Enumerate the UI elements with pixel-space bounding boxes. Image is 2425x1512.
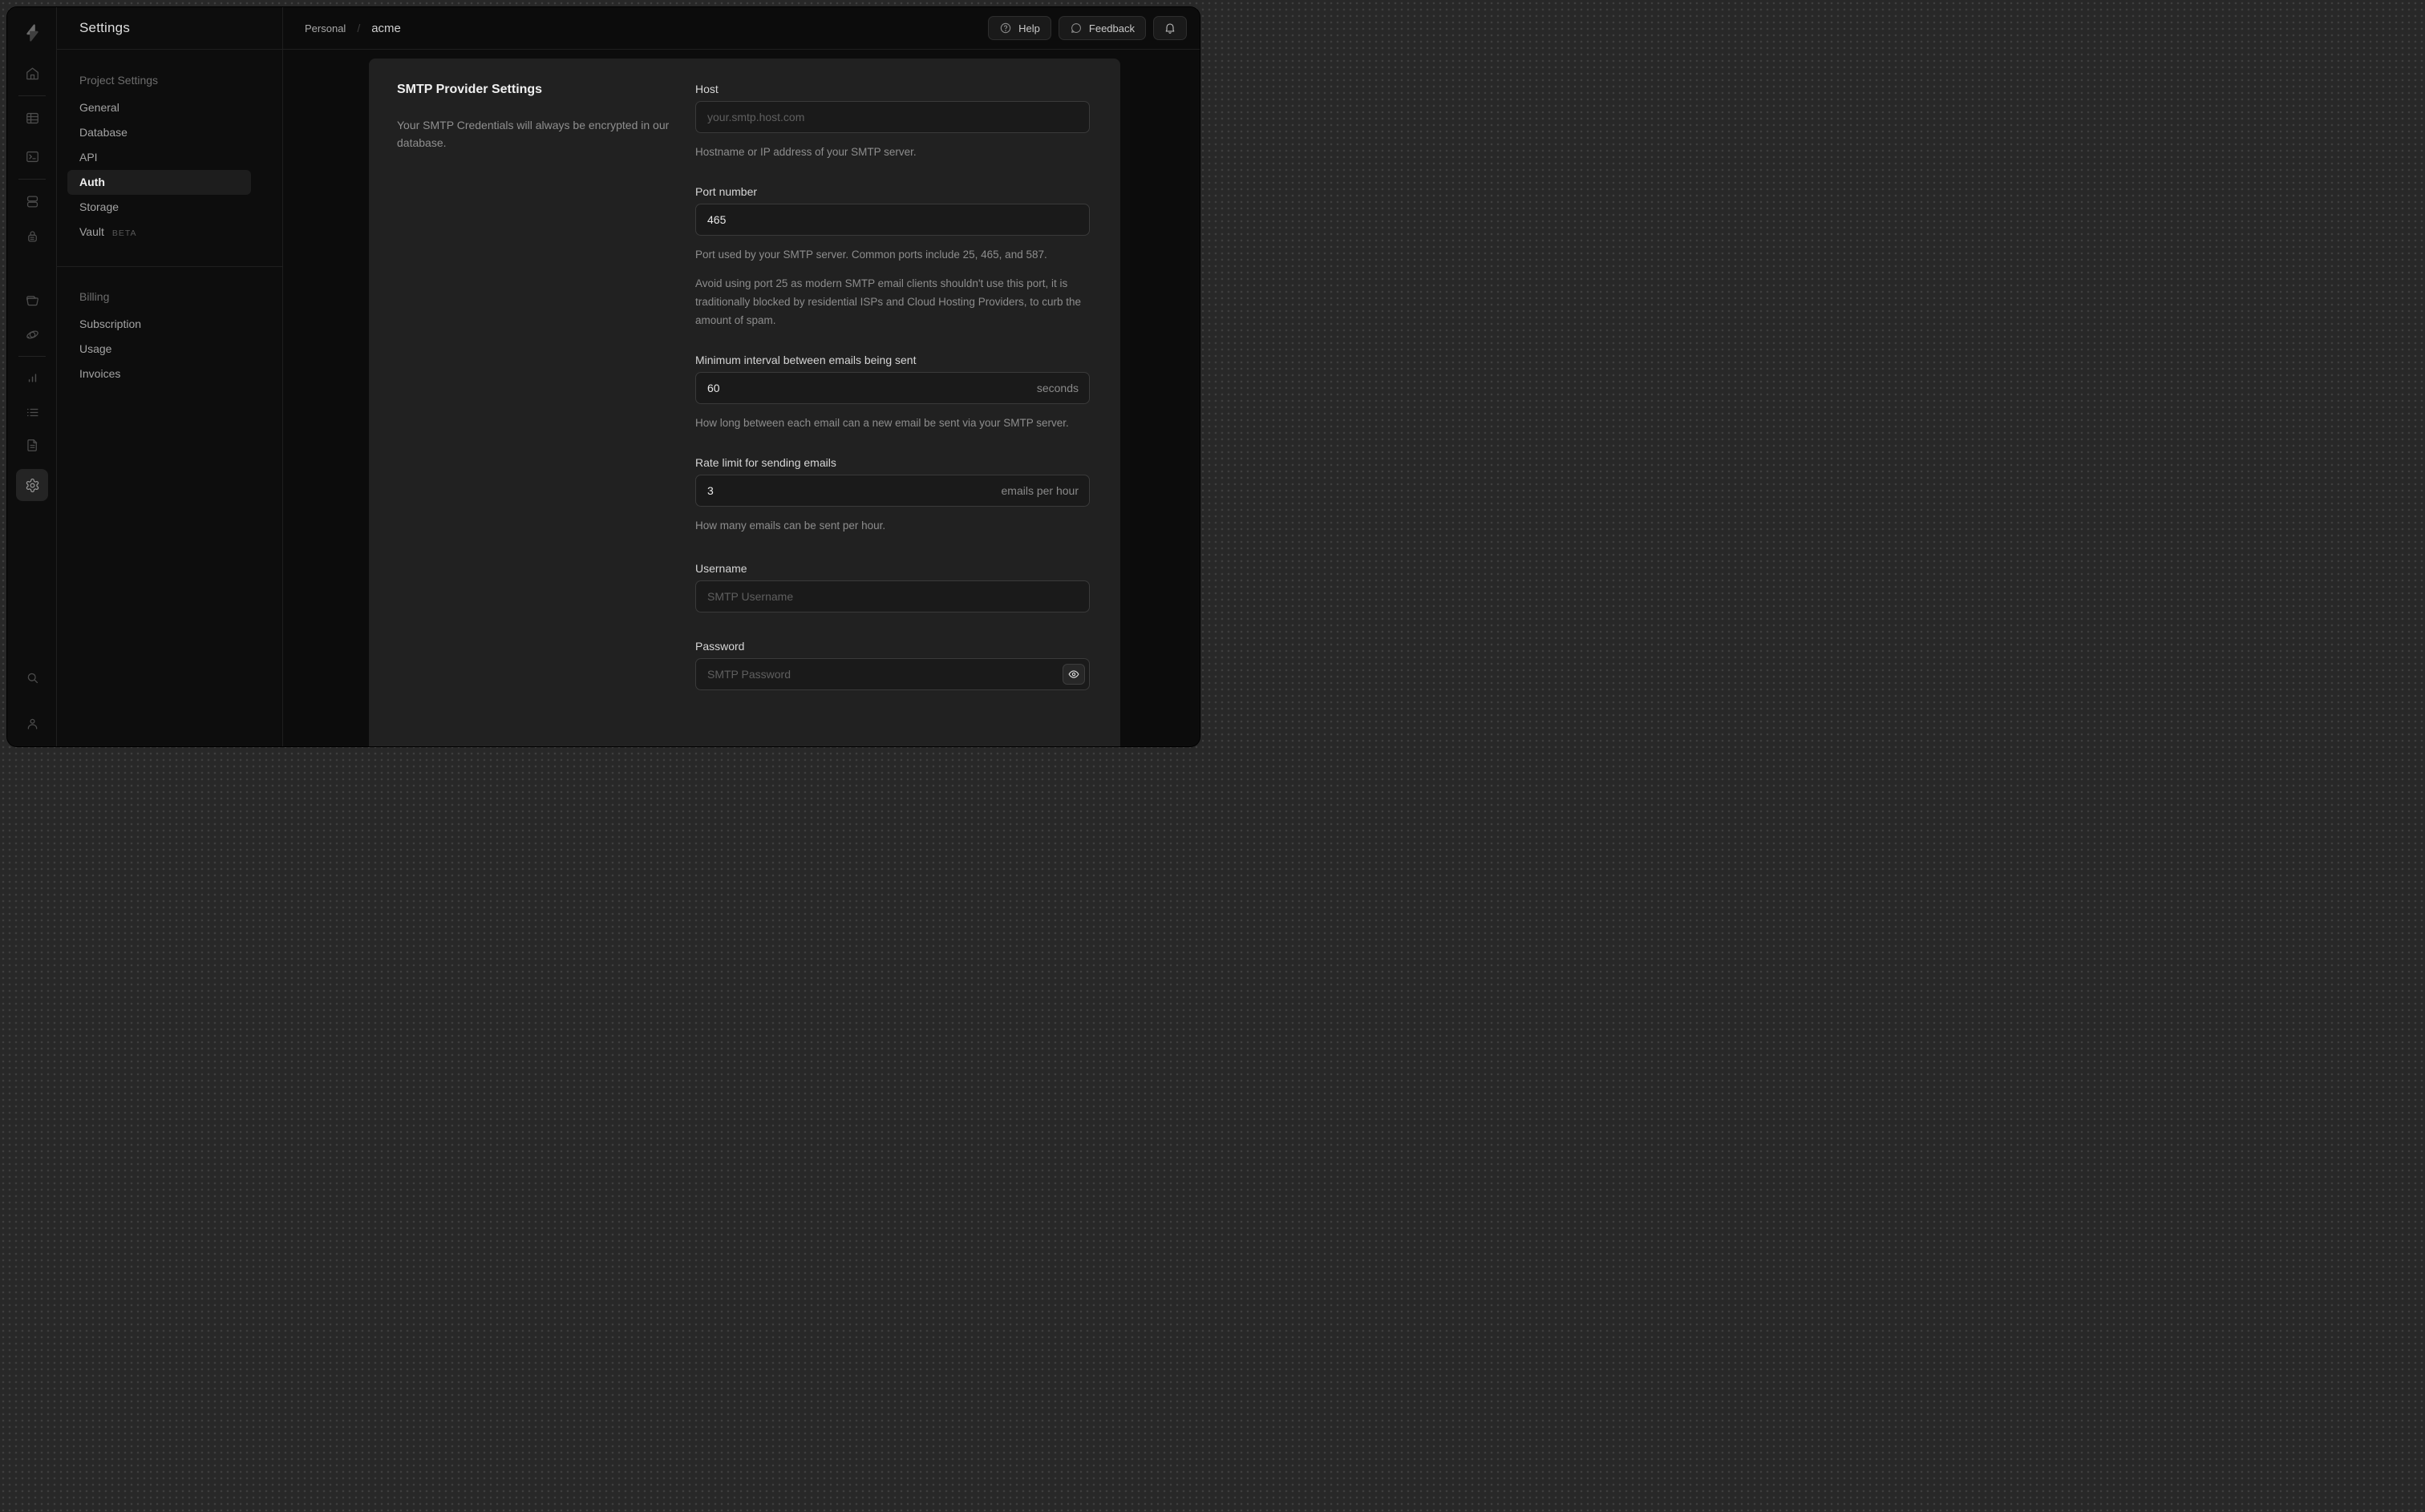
- reports-icon[interactable]: [16, 362, 48, 394]
- smtp-settings-panel: SMTP Provider Settings Your SMTP Credent…: [369, 59, 1120, 746]
- settings-sidebar: Settings Project Settings General Databa…: [57, 7, 283, 746]
- host-field-group: Host Hostname or IP address of your SMTP…: [695, 83, 1090, 161]
- password-label: Password: [695, 640, 745, 653]
- menu-heading-billing: Billing: [79, 290, 110, 303]
- storage-icon[interactable]: [16, 284, 48, 316]
- supabase-logo-icon[interactable]: [16, 17, 48, 49]
- help-circle-icon: [1000, 22, 1011, 34]
- host-help: Hostname or IP address of your SMTP serv…: [695, 146, 917, 158]
- home-icon[interactable]: [16, 57, 48, 89]
- help-button-label: Help: [1018, 22, 1040, 34]
- page-title: Settings: [79, 20, 131, 35]
- feedback-button[interactable]: Feedback: [1058, 16, 1146, 40]
- bell-icon: [1165, 23, 1175, 34]
- edge-functions-icon[interactable]: [16, 318, 48, 350]
- min-interval-field-group: Minimum interval between emails being se…: [695, 354, 1090, 432]
- settings-icon[interactable]: [16, 469, 48, 501]
- help-button[interactable]: Help: [988, 16, 1051, 40]
- port-help: Port used by your SMTP server. Common po…: [695, 249, 1047, 261]
- settings-sidebar-header: Settings: [57, 7, 282, 50]
- username-input[interactable]: [695, 580, 1090, 612]
- sidebar-item-subscription[interactable]: Subscription: [57, 312, 282, 337]
- password-input[interactable]: [695, 658, 1090, 690]
- section-header: SMTP Provider Settings Your SMTP Credent…: [397, 83, 682, 152]
- port-label: Port number: [695, 185, 758, 198]
- sidebar-item-auth[interactable]: Auth: [67, 170, 251, 195]
- search-icon[interactable]: [16, 661, 48, 693]
- show-password-button[interactable]: [1063, 664, 1085, 685]
- sidebar-item-storage[interactable]: Storage: [57, 195, 282, 220]
- rate-limit-input[interactable]: [695, 475, 1090, 507]
- user-icon[interactable]: [16, 707, 48, 739]
- sidebar-item-vault-label: Vault: [79, 225, 104, 238]
- sidebar-item-database[interactable]: Database: [57, 120, 282, 145]
- password-field-group: Password: [695, 640, 1090, 690]
- rate-limit-label: Rate limit for sending emails: [695, 456, 836, 469]
- table-editor-icon[interactable]: [16, 102, 48, 134]
- rail-divider: [18, 95, 46, 96]
- username-label: Username: [695, 562, 747, 575]
- main-content: SMTP Provider Settings Your SMTP Credent…: [283, 50, 1200, 746]
- beta-badge: BETA: [111, 228, 137, 238]
- breadcrumb: Personal / acme: [305, 22, 401, 35]
- port-note: Avoid using port 25 as modern SMTP email…: [695, 277, 1082, 326]
- host-label: Host: [695, 83, 719, 95]
- eye-icon: [1068, 670, 1079, 678]
- smtp-form: Host Hostname or IP address of your SMTP…: [695, 83, 1090, 714]
- top-bar-actions: Help Feedback: [988, 16, 1187, 40]
- app-window: Settings Project Settings General Databa…: [7, 7, 1200, 746]
- breadcrumb-project[interactable]: acme: [371, 22, 401, 35]
- min-interval-help: How long between each email can a new em…: [695, 417, 1069, 429]
- database-icon[interactable]: [16, 185, 48, 217]
- min-interval-input[interactable]: [695, 372, 1090, 404]
- port-input[interactable]: [695, 204, 1090, 236]
- feedback-button-label: Feedback: [1088, 22, 1135, 34]
- breadcrumb-org[interactable]: Personal: [305, 22, 346, 34]
- rail-divider: [18, 179, 46, 180]
- menu-heading-project-settings: Project Settings: [79, 74, 159, 87]
- notifications-button[interactable]: [1153, 16, 1187, 40]
- auth-icon[interactable]: [16, 220, 48, 252]
- sidebar-item-api[interactable]: API: [57, 145, 282, 170]
- rate-limit-field-group: Rate limit for sending emails emails per…: [695, 456, 1090, 535]
- top-bar: Personal / acme Help Feedback: [283, 7, 1200, 50]
- rail-divider: [18, 356, 46, 357]
- sidebar-item-usage[interactable]: Usage: [57, 337, 282, 362]
- icon-rail: [7, 7, 57, 746]
- logs-icon[interactable]: [16, 396, 48, 428]
- host-input[interactable]: [695, 101, 1090, 133]
- section-description: Your SMTP Credentials will always be enc…: [397, 119, 670, 150]
- port-field-group: Port number Port used by your SMTP serve…: [695, 185, 1090, 329]
- menu-divider: [57, 266, 282, 267]
- sidebar-item-general[interactable]: General: [57, 95, 282, 120]
- sidebar-item-invoices[interactable]: Invoices: [57, 362, 282, 386]
- settings-menu: Project Settings General Database API Au…: [57, 50, 282, 386]
- speech-bubble-icon: [1071, 22, 1081, 33]
- docs-icon[interactable]: [16, 429, 48, 461]
- sql-editor-icon[interactable]: [16, 140, 48, 172]
- sidebar-item-vault[interactable]: Vault BETA: [57, 220, 282, 245]
- rate-limit-help: How many emails can be sent per hour.: [695, 519, 886, 532]
- section-title: SMTP Provider Settings: [397, 83, 543, 96]
- min-interval-label: Minimum interval between emails being se…: [695, 354, 917, 366]
- breadcrumb-separator: /: [357, 22, 361, 34]
- username-field-group: Username: [695, 562, 1090, 612]
